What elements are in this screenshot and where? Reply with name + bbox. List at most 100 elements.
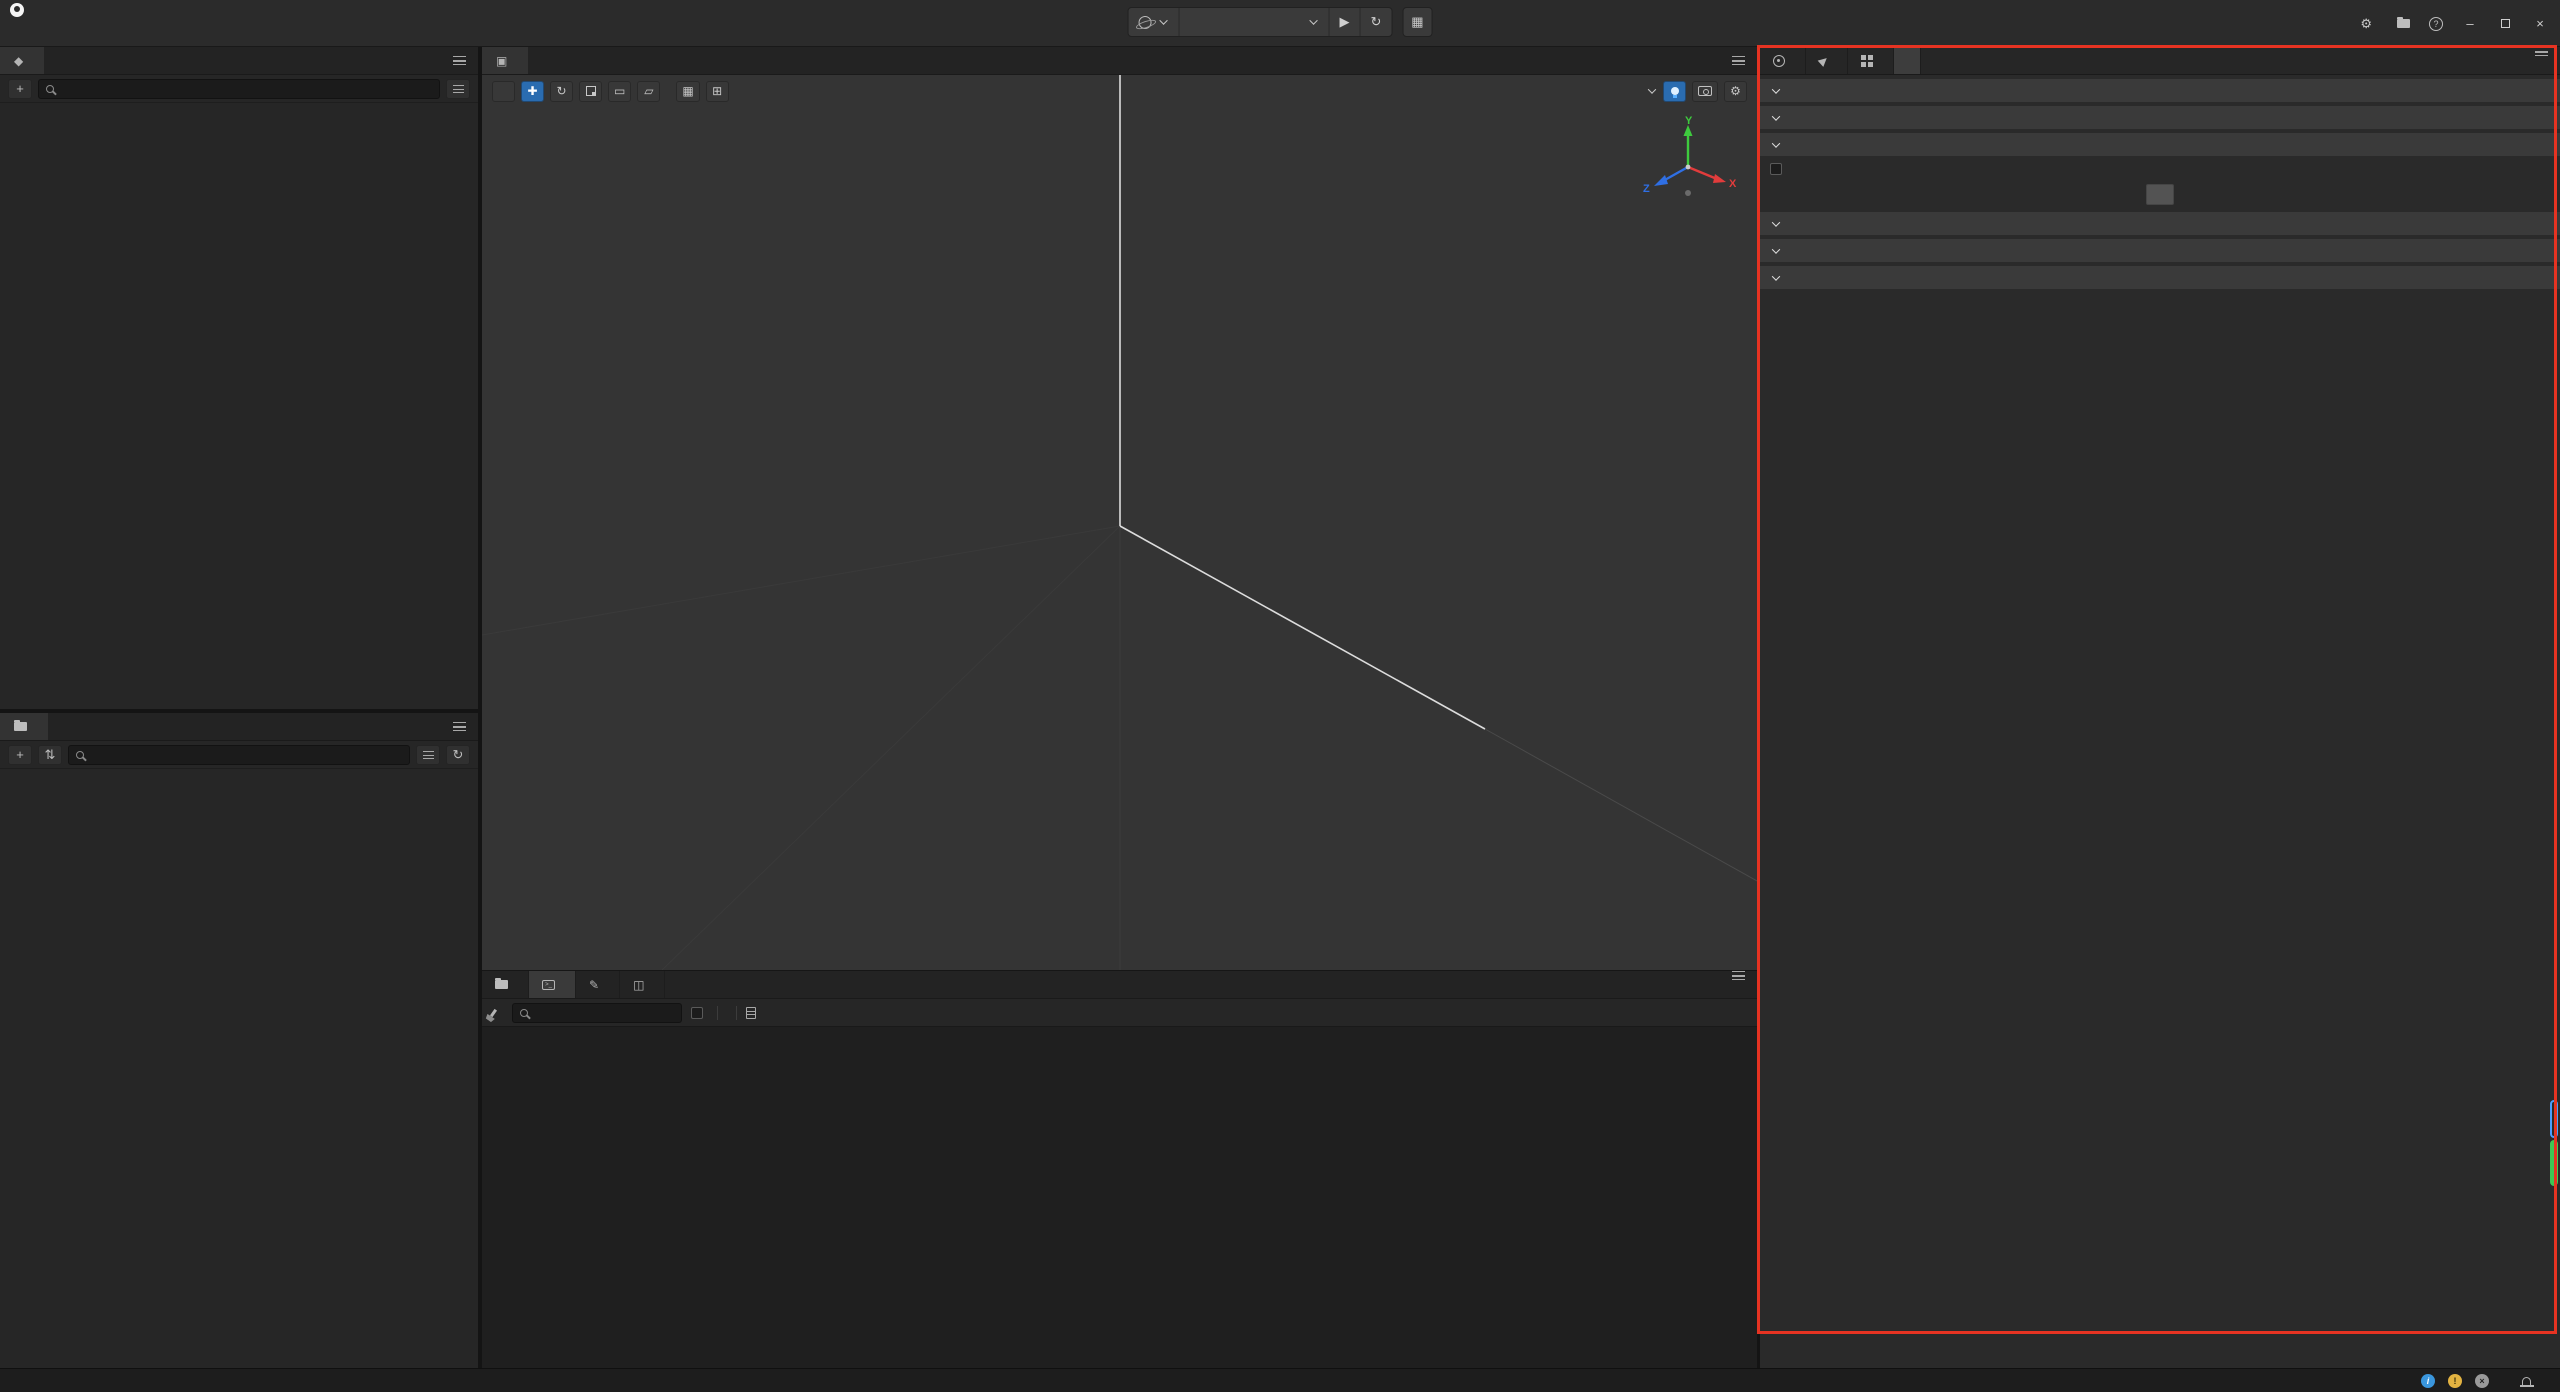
assets-folder-icon (14, 722, 27, 731)
assets-search[interactable] (68, 745, 410, 765)
create-asset-button[interactable]: + (8, 745, 32, 765)
camera-settings-button[interactable] (1692, 81, 1718, 102)
scale-tool-button[interactable] (579, 81, 602, 102)
scrollbar-thumb[interactable] (2550, 1100, 2558, 1138)
tab-build-publish[interactable]: ▶ (1806, 47, 1848, 74)
reload-icon: ↻ (1371, 14, 1382, 30)
checkbox-icon (1770, 163, 1782, 175)
hierarchy-search[interactable] (38, 79, 440, 99)
svg-text:Y: Y (1685, 115, 1693, 127)
console-search[interactable] (512, 1003, 682, 1023)
scrollbar-thumb[interactable] (2550, 1140, 2558, 1186)
panel-menu-icon[interactable] (453, 722, 466, 731)
inspector-tabbar: ▶ (1760, 47, 2560, 75)
sort-icon[interactable]: ⇅ (38, 745, 62, 765)
play-icon: ▶ (1340, 14, 1350, 30)
console-panel: >_ ✎ ◫ (482, 970, 1757, 1368)
refresh-icon[interactable]: ↻ (446, 745, 470, 765)
inspector-panel: ▶ (1760, 47, 2560, 1368)
open-project-folder-icon[interactable] (2397, 19, 2410, 28)
scene-header: ▣ (482, 47, 1757, 75)
notification-count[interactable] (2520, 1377, 2538, 1385)
remote-load-checkbox-row[interactable] (1760, 156, 2560, 181)
window-close-button[interactable]: × (2532, 16, 2548, 32)
window-maximize-button[interactable] (2497, 16, 2513, 32)
save-button[interactable] (2146, 184, 2174, 205)
filter-icon[interactable] (446, 79, 470, 99)
cocos-logo-icon (10, 3, 24, 17)
error-count[interactable]: × (2475, 1374, 2494, 1388)
divider (717, 1006, 718, 1020)
assets-tree (0, 769, 478, 773)
panel-menu-icon[interactable] (2535, 47, 2548, 56)
section-basic-config[interactable] (1760, 79, 2560, 102)
scene-viewport[interactable]: ✚ ↻ ▭ ▱ ▦ ⊞ ⚙ (482, 75, 1757, 970)
hierarchy-tab[interactable]: ◆ (0, 47, 44, 74)
move-tool-button[interactable]: ✚ (521, 81, 544, 102)
console-search-input[interactable] (534, 1005, 674, 1021)
create-node-button[interactable]: + (8, 79, 32, 99)
rect-tool-button[interactable]: ▭ (608, 81, 631, 102)
services-icon (1861, 55, 1873, 67)
pivot-toggle-button[interactable]: ▦ (676, 81, 699, 102)
section-i18n-config[interactable] (1760, 106, 2560, 129)
scene-settings-button[interactable]: ⚙ (1724, 81, 1747, 102)
preview-toolbar: ▶ ↻ (1128, 7, 1393, 37)
panel-menu-icon[interactable] (1732, 56, 1745, 65)
center-panel: ▣ ✚ ↻ (482, 47, 1757, 1368)
play-button[interactable]: ▶ (1330, 8, 1361, 36)
axis-gizmo[interactable]: Y X Z (1641, 115, 1741, 215)
clear-console-button[interactable] (492, 1009, 503, 1017)
title-bar: ▶ ↻ ▦ ⚙ ? – × (0, 0, 2560, 47)
search-icon (46, 85, 54, 93)
scene-editor-tab[interactable]: ▣ (482, 47, 528, 74)
open-log-file-icon[interactable] (746, 1007, 756, 1019)
panel-menu-icon[interactable] (453, 56, 466, 65)
lighting-toggle-button[interactable] (1663, 81, 1686, 102)
cocos-creator-window: ▶ ↻ ▦ ⚙ ? – × ◆ + (0, 0, 2560, 1392)
section-module-strip[interactable] (1760, 212, 2560, 235)
scene-select-dropdown[interactable] (1180, 8, 1330, 36)
warning-icon: ! (2448, 1374, 2462, 1388)
broom-icon (490, 1008, 497, 1016)
section-resource-config[interactable] (1760, 133, 2560, 156)
hierarchy-toolbar: + (0, 75, 478, 103)
animation-graph-icon: ◫ (633, 978, 644, 992)
preview-target-button[interactable] (1129, 8, 1180, 36)
help-icon[interactable]: ? (2429, 17, 2443, 31)
browser-preview-icon (1139, 16, 1152, 29)
section-caret-icon (1770, 245, 1781, 256)
status-bar: i ! × (0, 1368, 2560, 1392)
panel-menu-icon[interactable] (1732, 971, 1745, 980)
mode-3d-button[interactable] (492, 81, 515, 102)
reload-button[interactable]: ↻ (1361, 8, 1392, 36)
checkbox-icon (691, 1007, 703, 1019)
render-mode-dropdown[interactable] (1641, 86, 1657, 97)
tab-asset-preview[interactable] (482, 971, 529, 998)
build-publish-button[interactable]: ⚙ (2360, 16, 2378, 32)
tab-animation-editor[interactable]: ✎ (576, 971, 620, 998)
info-icon: i (2421, 1374, 2435, 1388)
coordinate-toggle-button[interactable]: ⊞ (706, 81, 729, 102)
window-title-row (10, 3, 31, 17)
svg-text:X: X (1729, 178, 1737, 190)
tab-animation-graph[interactable]: ◫ (620, 971, 665, 998)
section-doc-links[interactable] (1760, 239, 2560, 262)
transform-tool-button[interactable]: ▱ (637, 81, 660, 102)
device-preview-button[interactable]: ▦ (1402, 7, 1432, 37)
regex-checkbox[interactable] (691, 1007, 708, 1019)
hierarchy-search-input[interactable] (60, 81, 432, 97)
warning-count[interactable]: ! (2448, 1374, 2467, 1388)
tab-property-inspector[interactable] (1760, 47, 1806, 74)
filter-icon[interactable] (416, 745, 440, 765)
tab-framework-config[interactable] (1894, 47, 1921, 74)
rotate-tool-button[interactable]: ↻ (550, 81, 573, 102)
section-solutions[interactable] (1760, 266, 2560, 289)
assets-search-input[interactable] (90, 747, 402, 763)
window-minimize-button[interactable]: – (2462, 16, 2478, 32)
assets-tab[interactable] (0, 713, 48, 740)
scene-toolbar: ✚ ↻ ▭ ▱ ▦ ⊞ ⚙ (482, 75, 1757, 107)
tab-services[interactable] (1848, 47, 1894, 74)
info-count[interactable]: i (2421, 1374, 2440, 1388)
tab-console[interactable]: >_ (529, 971, 576, 998)
